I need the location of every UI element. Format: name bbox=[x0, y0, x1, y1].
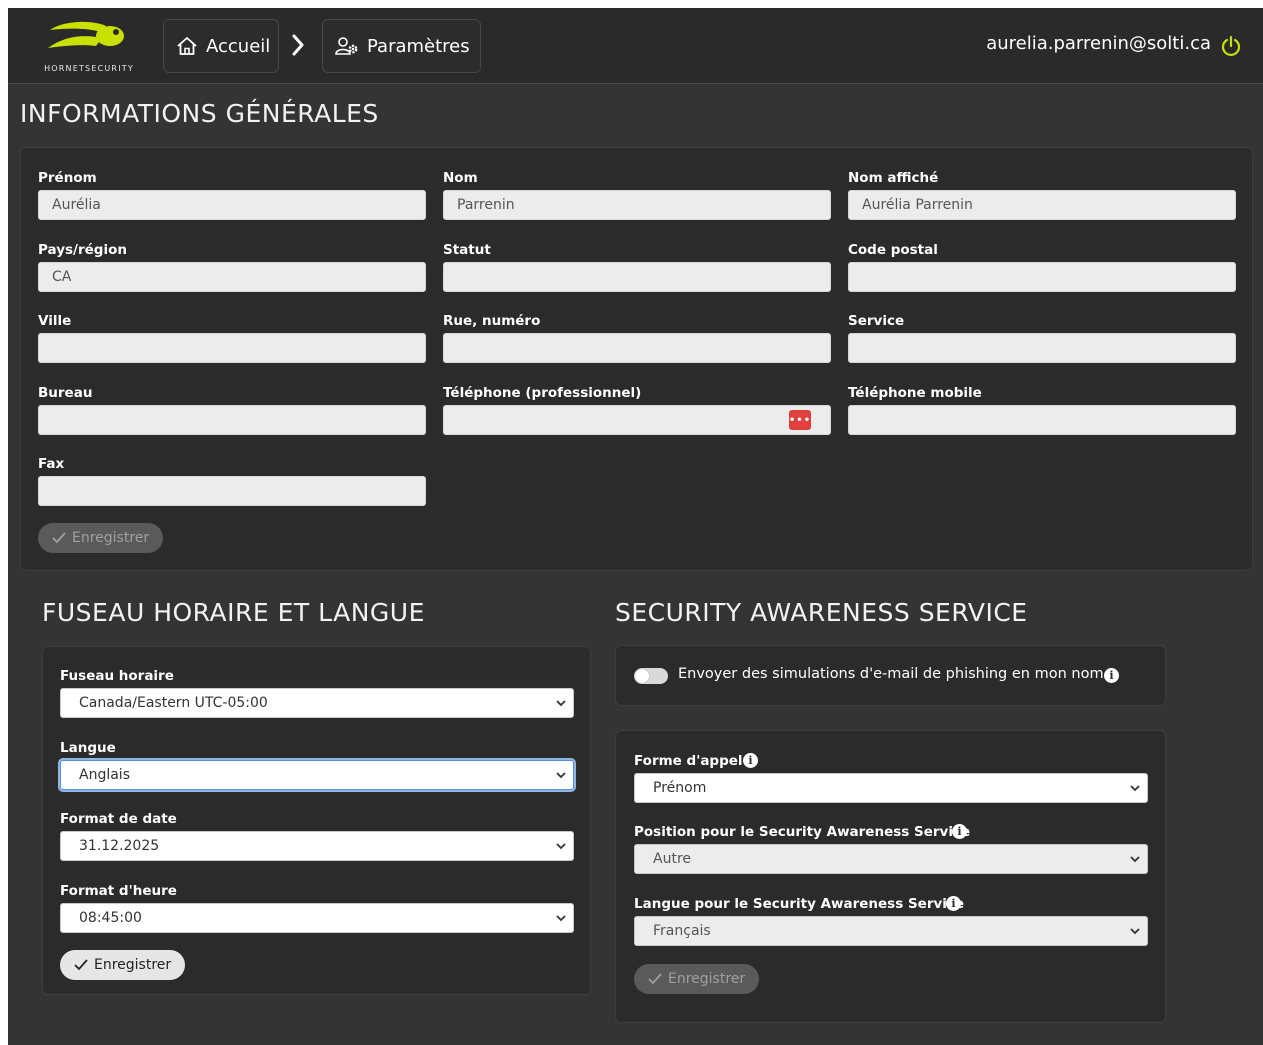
position-select[interactable]: Autre bbox=[634, 844, 1148, 874]
awareness-langue-select[interactable]: Français bbox=[634, 916, 1148, 946]
settings-button[interactable]: Paramètres bbox=[322, 19, 481, 73]
info-icon[interactable]: i bbox=[946, 896, 961, 911]
timezone-save-label: Enregistrer bbox=[94, 957, 172, 973]
bureau-field[interactable] bbox=[38, 405, 426, 435]
forme-appel-select[interactable]: Prénom bbox=[634, 773, 1148, 803]
langue-select[interactable]: Anglais bbox=[60, 760, 574, 790]
general-save-button[interactable]: Enregistrer bbox=[38, 523, 164, 553]
rue-label: Rue, numéro bbox=[443, 313, 541, 329]
hornetsecurity-logo[interactable]: HORNETSECURITY bbox=[30, 18, 148, 76]
phishing-simulation-toggle[interactable] bbox=[634, 668, 668, 684]
chevron-right-icon bbox=[292, 34, 304, 56]
chevron-down-icon bbox=[1130, 856, 1140, 863]
fuseau-label: Fuseau horaire bbox=[60, 668, 174, 684]
logo-wordmark: HORNETSECURITY bbox=[44, 64, 134, 73]
general-save-label: Enregistrer bbox=[72, 530, 150, 546]
user-settings-icon bbox=[335, 37, 358, 55]
langue-value: Anglais bbox=[79, 767, 130, 783]
fuseau-value: Canada/Eastern UTC-05:00 bbox=[79, 695, 268, 711]
service-field[interactable] bbox=[848, 333, 1236, 363]
user-email[interactable]: aurelia.parrenin@solti.ca bbox=[986, 33, 1211, 54]
home-button[interactable]: Accueil bbox=[163, 19, 279, 73]
code-postal-field[interactable] bbox=[848, 262, 1236, 292]
awareness-langue-label: Langue pour le Security Awareness Servic… bbox=[634, 896, 965, 912]
tel-mobile-label: Téléphone mobile bbox=[848, 385, 982, 401]
timezone-save-button[interactable]: Enregistrer bbox=[60, 950, 186, 980]
prenom-field[interactable]: Aurélia bbox=[38, 190, 426, 220]
nom-affiche-label: Nom affiché bbox=[848, 170, 939, 186]
awareness-title: SECURITY AWARENESS SERVICE bbox=[615, 598, 1028, 627]
statut-label: Statut bbox=[443, 242, 491, 258]
position-label: Position pour le Security Awareness Serv… bbox=[634, 824, 971, 840]
password-manager-icon[interactable]: ••• bbox=[789, 410, 811, 430]
chevron-down-icon bbox=[556, 700, 566, 707]
nom-label: Nom bbox=[443, 170, 478, 186]
pays-label: Pays/région bbox=[38, 242, 127, 258]
chevron-down-icon bbox=[556, 772, 566, 779]
langue-label: Langue bbox=[60, 740, 116, 756]
check-icon bbox=[52, 532, 66, 544]
phishing-toggle-panel: Envoyer des simulations d'e-mail de phis… bbox=[615, 645, 1166, 706]
home-icon bbox=[177, 37, 197, 55]
fax-label: Fax bbox=[38, 456, 65, 472]
time-format-label: Format d'heure bbox=[60, 883, 177, 899]
awareness-panel: Forme d'appel i Prénom Position pour le … bbox=[615, 730, 1166, 1023]
hornet-logo-icon bbox=[48, 21, 124, 48]
date-format-label: Format de date bbox=[60, 811, 177, 827]
service-label: Service bbox=[848, 313, 905, 329]
fuseau-select[interactable]: Canada/Eastern UTC-05:00 bbox=[60, 688, 574, 718]
general-info-panel: Prénom Aurélia Nom Parrenin Nom affiché … bbox=[20, 147, 1253, 571]
chevron-down-icon bbox=[556, 915, 566, 922]
nom-affiche-field[interactable]: Aurélia Parrenin bbox=[848, 190, 1236, 220]
awareness-langue-value: Français bbox=[653, 923, 711, 939]
timezone-title: FUSEAU HORAIRE ET LANGUE bbox=[42, 598, 425, 627]
phishing-toggle-label: Envoyer des simulations d'e-mail de phis… bbox=[678, 666, 1104, 682]
app-window: HORNETSECURITY Accueil Paramètres aureli… bbox=[8, 8, 1263, 1045]
chevron-down-icon bbox=[556, 843, 566, 850]
time-format-select[interactable]: 08:45:00 bbox=[60, 903, 574, 933]
general-info-title: INFORMATIONS GÉNÉRALES bbox=[20, 99, 379, 128]
home-label: Accueil bbox=[206, 35, 271, 57]
top-bar: HORNETSECURITY Accueil Paramètres aureli… bbox=[8, 8, 1263, 84]
position-value: Autre bbox=[653, 851, 692, 867]
forme-appel-value: Prénom bbox=[653, 780, 707, 796]
code-postal-label: Code postal bbox=[848, 242, 938, 258]
awareness-save-label: Enregistrer bbox=[668, 971, 746, 987]
forme-appel-label: Forme d'appel bbox=[634, 753, 743, 769]
tel-mobile-field[interactable] bbox=[848, 405, 1236, 435]
time-format-value: 08:45:00 bbox=[79, 910, 142, 926]
chevron-down-icon bbox=[1130, 785, 1140, 792]
date-format-select[interactable]: 31.12.2025 bbox=[60, 831, 574, 861]
chevron-down-icon bbox=[1130, 928, 1140, 935]
date-format-value: 31.12.2025 bbox=[79, 838, 160, 854]
ville-field[interactable] bbox=[38, 333, 426, 363]
check-icon bbox=[74, 959, 88, 971]
statut-field[interactable] bbox=[443, 262, 831, 292]
rue-field[interactable] bbox=[443, 333, 831, 363]
awareness-save-button[interactable]: Enregistrer bbox=[634, 964, 760, 994]
info-icon[interactable]: i bbox=[952, 824, 967, 839]
pays-field[interactable]: CA bbox=[38, 262, 426, 292]
prenom-label: Prénom bbox=[38, 170, 97, 186]
settings-label: Paramètres bbox=[367, 35, 470, 57]
check-icon bbox=[648, 973, 662, 985]
tel-pro-label: Téléphone (professionnel) bbox=[443, 385, 642, 401]
info-icon[interactable]: i bbox=[743, 753, 758, 768]
ville-label: Ville bbox=[38, 313, 72, 329]
info-icon[interactable]: i bbox=[1104, 668, 1119, 683]
fax-field[interactable] bbox=[38, 476, 426, 506]
nom-field[interactable]: Parrenin bbox=[443, 190, 831, 220]
power-logout-icon[interactable] bbox=[1221, 35, 1241, 57]
timezone-panel: Fuseau horaire Canada/Eastern UTC-05:00 … bbox=[42, 646, 591, 995]
tel-pro-field[interactable] bbox=[443, 405, 831, 435]
bureau-label: Bureau bbox=[38, 385, 93, 401]
